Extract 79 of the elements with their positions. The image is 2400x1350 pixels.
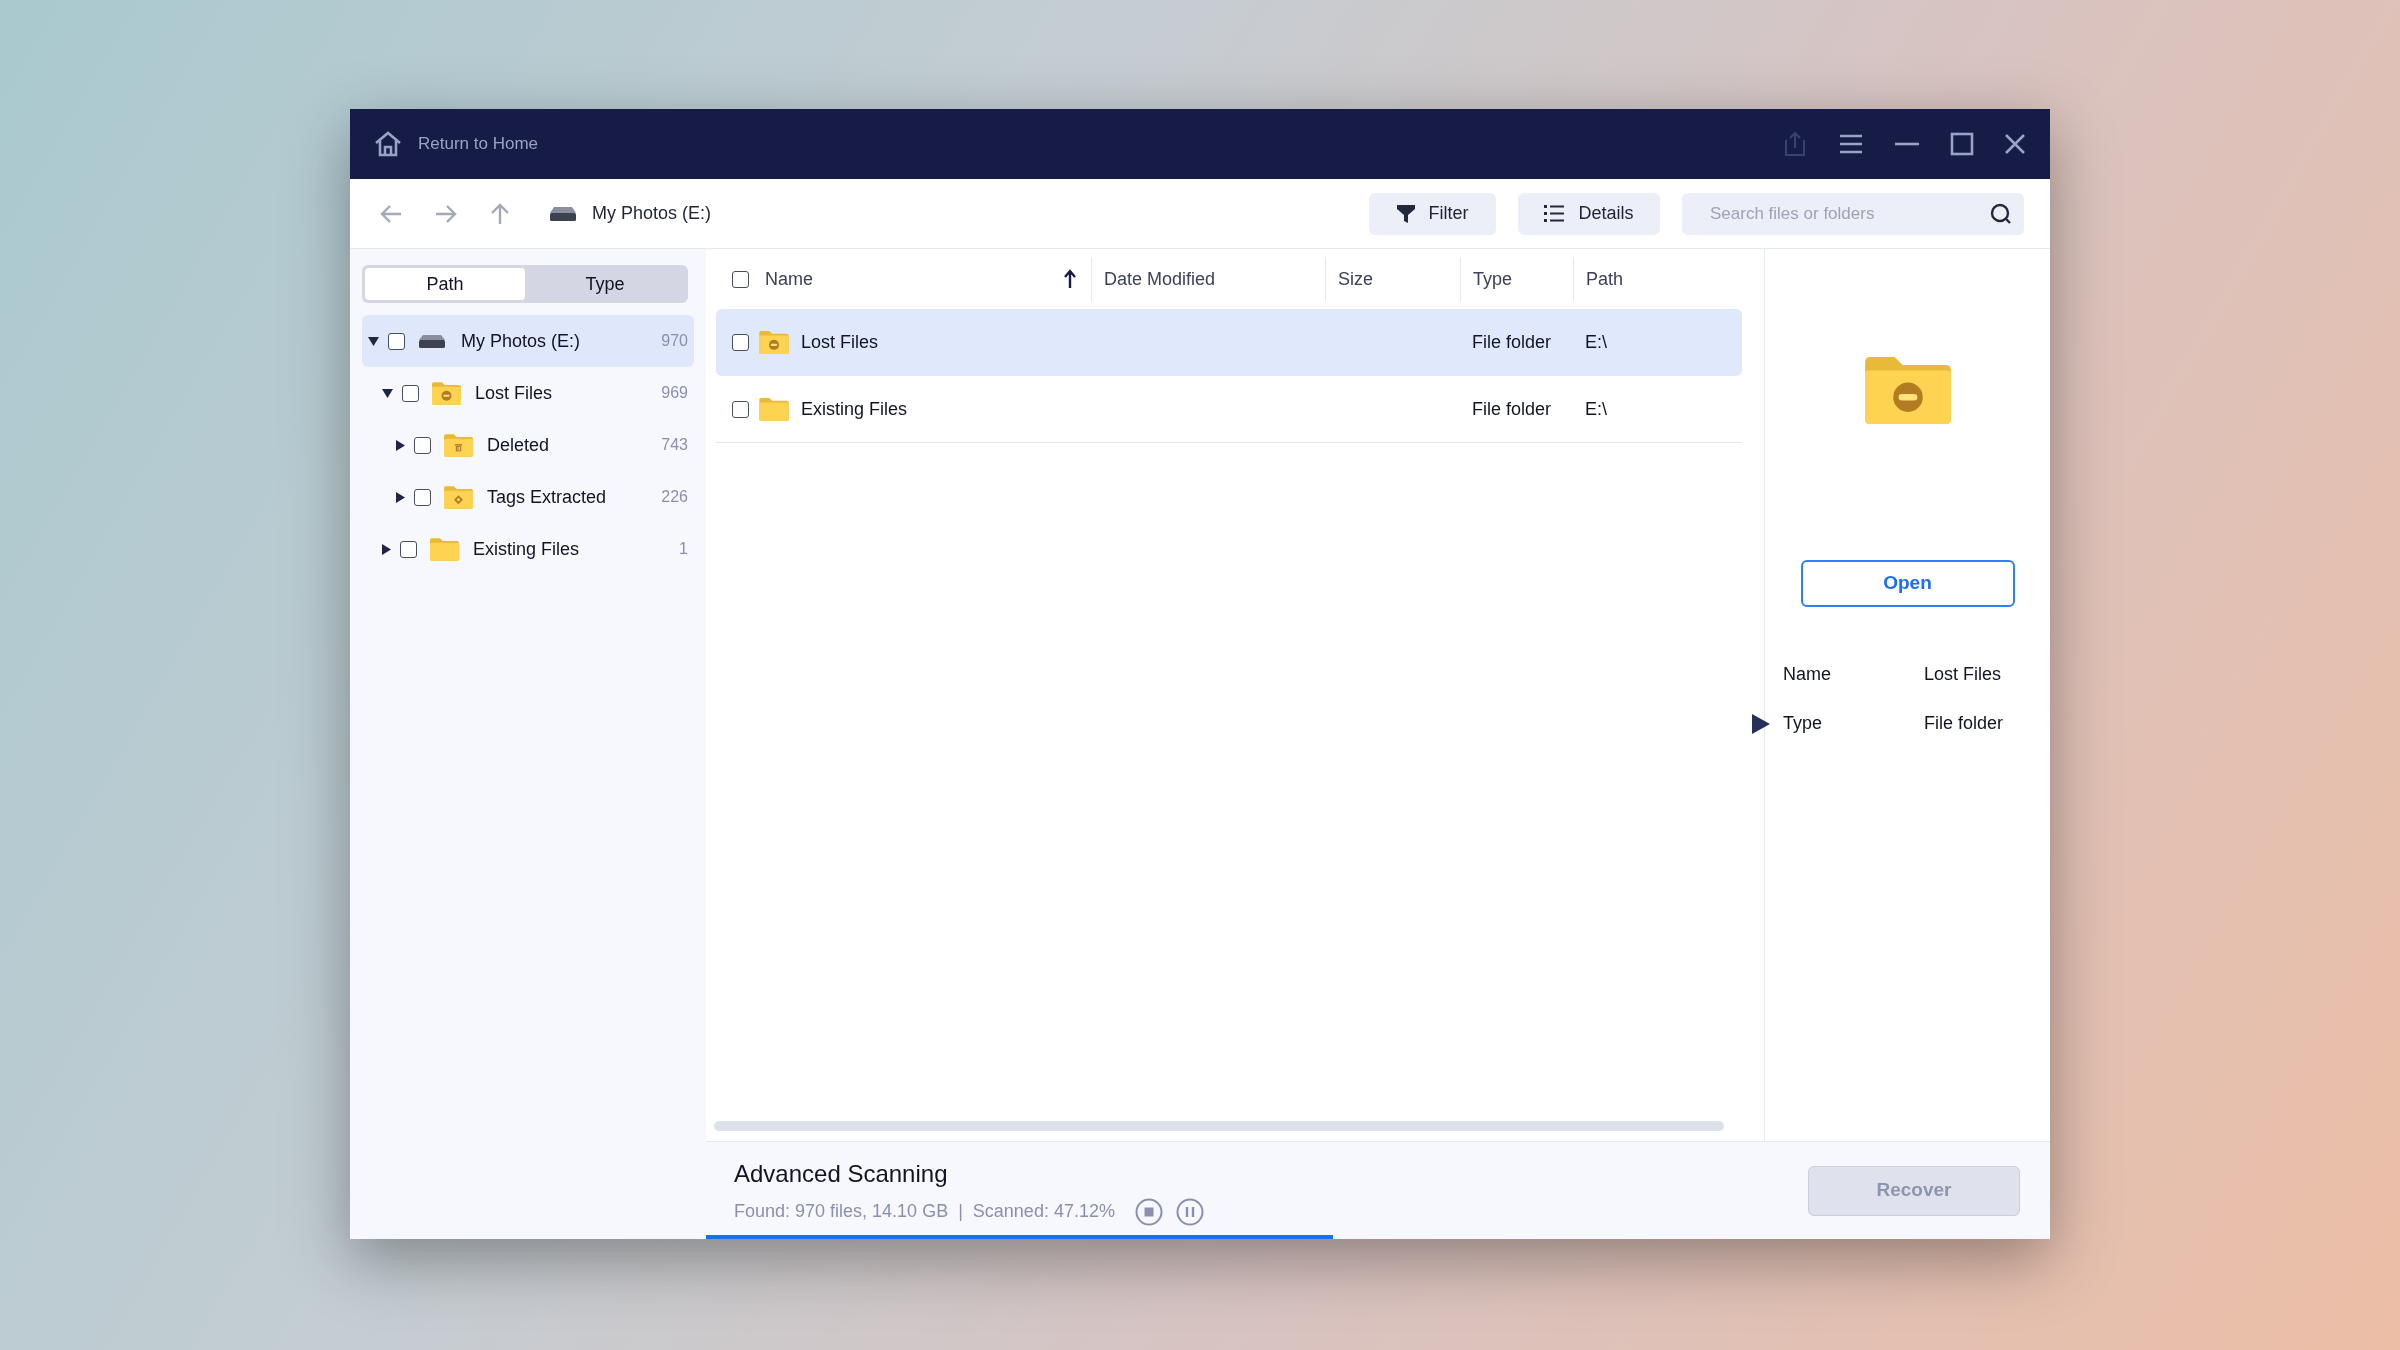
table-row[interactable]: Existing Files File folder E:\ (716, 376, 1742, 443)
column-header[interactable]: Date Modified (1104, 257, 1325, 301)
checkbox[interactable] (388, 332, 405, 350)
tree-item[interactable]: Tags Extracted 226 (362, 471, 694, 523)
collapse-caret-icon[interactable] (368, 336, 379, 346)
stop-icon[interactable] (1134, 1197, 1163, 1226)
tree-item[interactable]: My Photos (E:) 970 (362, 315, 694, 367)
file-path: E:\ (1585, 398, 1607, 419)
field-value: Lost Files (1924, 663, 2002, 686)
item-count: 970 (661, 331, 688, 351)
checkbox[interactable] (732, 400, 749, 418)
item-count: 1 (679, 539, 688, 559)
file-path: E:\ (1585, 332, 1607, 352)
column-header[interactable]: Name (765, 257, 1091, 301)
view-tab[interactable]: Path (365, 268, 525, 300)
folder-minus-icon (759, 331, 789, 354)
tree-label: My Photos (E:) (461, 329, 581, 353)
drive-icon (550, 206, 576, 221)
checkbox[interactable] (402, 384, 419, 402)
folder-minus-icon (1864, 357, 1951, 424)
file-name: Existing Files (801, 397, 908, 421)
checkbox[interactable] (732, 334, 749, 351)
table-row[interactable]: Lost Files File folder E:\ (716, 309, 1742, 376)
item-count: 226 (661, 487, 688, 507)
item-count: 969 (661, 383, 688, 403)
folder-icon (759, 397, 789, 421)
field-label: Type (1783, 712, 1824, 735)
menu-icon[interactable] (1838, 133, 1864, 155)
field-label: Name (1783, 663, 1832, 686)
file-type: File folder (1472, 398, 1552, 419)
checkbox[interactable] (732, 270, 749, 288)
expand-caret-icon[interactable] (382, 543, 391, 555)
expand-caret-icon[interactable] (396, 491, 405, 503)
scan-title: Advanced Scanning (734, 1158, 949, 1189)
drive-icon (419, 334, 445, 348)
tree-label: Tags Extracted (487, 485, 607, 509)
file-type: File folder (1472, 332, 1552, 352)
location-path: My Photos (E:) (592, 202, 712, 225)
item-count: 743 (661, 435, 688, 455)
tree-item[interactable]: Deleted 743 (362, 419, 694, 471)
checkbox[interactable] (414, 488, 431, 506)
collapse-caret-icon[interactable] (382, 388, 393, 398)
open-button[interactable]: Open (1800, 560, 2015, 607)
details-button[interactable]: Details (1518, 192, 1660, 235)
search-icon[interactable] (1990, 202, 2012, 225)
close-icon[interactable] (2004, 133, 2026, 155)
found-summary: Found: 970 files, 14.10 GB (734, 1200, 949, 1223)
list-icon (1544, 205, 1565, 222)
tree-item[interactable]: Lost Files 969 (362, 367, 694, 419)
expand-caret-icon[interactable] (396, 439, 405, 451)
checkbox[interactable] (414, 436, 431, 454)
column-header[interactable]: Size (1338, 257, 1460, 301)
horizontal-scrollbar[interactable] (714, 1121, 1724, 1131)
maximize-icon[interactable] (1950, 132, 1974, 156)
folder-tag-icon (443, 485, 473, 509)
tree-label: Lost Files (475, 381, 553, 405)
column-header[interactable]: Path (1586, 257, 1743, 301)
field-value: File folder (1924, 712, 2004, 735)
folder-icon (429, 537, 459, 561)
pointer-icon (1752, 713, 1770, 734)
pause-icon[interactable] (1175, 1197, 1204, 1226)
folder-trash-icon (443, 433, 473, 457)
filter-icon (1396, 204, 1415, 223)
home-icon (374, 131, 402, 157)
minimize-icon[interactable] (1894, 142, 1920, 146)
return-home-button[interactable]: Return to Home (374, 131, 538, 157)
folder-minus-icon (431, 381, 461, 405)
separator: | (958, 1200, 963, 1223)
view-tab[interactable]: Type (525, 268, 685, 300)
tree-label: Existing Files (473, 537, 580, 561)
scanned-percent: Scanned: 47.12% (972, 1200, 1115, 1223)
column-header[interactable]: Type (1473, 257, 1573, 301)
file-name: Lost Files (801, 331, 879, 354)
search-field[interactable]: Search files or folders (1682, 192, 2024, 235)
sort-arrow-icon[interactable] (1063, 269, 1077, 289)
filter-button[interactable]: Filter (1369, 192, 1496, 235)
tree-item[interactable]: Existing Files 1 (362, 523, 694, 575)
checkbox[interactable] (400, 540, 417, 558)
tree-label: Deleted (487, 433, 550, 457)
